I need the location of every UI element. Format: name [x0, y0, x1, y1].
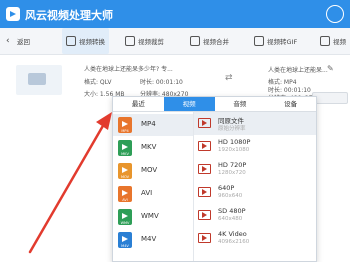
tab-device[interactable]: 设备: [265, 97, 316, 111]
video-quality-icon: [198, 141, 211, 151]
video-camera-icon: [28, 73, 46, 85]
app-title: 风云视频处理大师: [25, 9, 113, 22]
quality-resolution: 4096x2160: [218, 239, 250, 245]
format-label: MKV: [141, 143, 157, 151]
convert-arrow-icon: ⇄: [225, 73, 233, 83]
video-quality-icon: [198, 233, 211, 243]
format-label: MOV: [141, 166, 158, 174]
format-tag: MP4: [121, 129, 129, 133]
tab-video-merge[interactable]: 视频合并: [190, 28, 229, 54]
format-popup: 最近 视频 音频 设备 MP4 MP4 MKV MKV MOV MOV AVI …: [112, 96, 317, 262]
quality-item-480p[interactable]: SD 480P 640x480: [194, 204, 316, 227]
format-item-m4v[interactable]: M4V M4V: [113, 229, 193, 251]
tab-video-convert[interactable]: 视频转换: [62, 28, 109, 54]
tab-video-trim[interactable]: 视频裁剪: [125, 28, 164, 54]
format-category-tabs: 最近 视频 音频 设备: [113, 97, 316, 112]
quality-name: HD 1080P: [218, 138, 251, 146]
quality-list: 同原文件 原始分辨率 HD 1080P 1920x1080 HD 720P 12…: [194, 112, 316, 261]
quality-resolution: 原始分辨率: [218, 126, 246, 132]
format-item-mkv[interactable]: MKV MKV: [113, 137, 193, 159]
title-bar: 风云视频处理大师: [0, 0, 350, 28]
format-item-mp4[interactable]: MP4 MP4: [113, 114, 193, 136]
format-label: WMV: [141, 212, 159, 220]
video-quality-icon: [198, 118, 211, 128]
tab-audio[interactable]: 音频: [215, 97, 266, 111]
quality-name: 4K Video: [218, 230, 247, 238]
format-tag: AVI: [122, 198, 128, 202]
format-tag: WMV: [120, 221, 130, 225]
video-trim-icon: [125, 36, 135, 46]
quality-name: HD 720P: [218, 161, 247, 169]
tab-video[interactable]: 视频: [163, 97, 215, 111]
tab-video-to-gif[interactable]: 视频转GIF: [254, 28, 297, 54]
video-more-icon: [320, 36, 330, 46]
file-duration-source: 时长: 00:01:10: [140, 79, 183, 86]
edit-icon[interactable]: ✎: [327, 64, 334, 73]
quality-item-4k[interactable]: 4K Video 4096x2160: [194, 227, 316, 250]
format-tag: MOV: [120, 175, 130, 179]
quality-resolution: 640x480: [218, 216, 243, 222]
format-list: MP4 MP4 MKV MKV MOV MOV AVI AVI WMV WMV …: [113, 112, 194, 261]
file-format-source: 格式: QLV: [84, 79, 112, 86]
quality-name: SD 480P: [218, 207, 246, 215]
video-convert-icon: [66, 36, 76, 46]
tab-label: 视频合并: [203, 38, 229, 46]
video-quality-icon: [198, 164, 211, 174]
format-item-mov[interactable]: MOV MOV: [113, 160, 193, 182]
format-label: AVI: [141, 189, 153, 197]
format-tag: M4V: [121, 244, 129, 248]
quality-resolution: 960x640: [218, 193, 243, 199]
video-merge-icon: [190, 36, 200, 46]
format-item-wmv[interactable]: WMV WMV: [113, 206, 193, 228]
output-format-dropdown[interactable]: [312, 92, 348, 104]
toolbar: ‹ 返回 视频转换 视频裁剪 视频合并 视频转GIF 视频: [0, 28, 350, 55]
quality-item-640p[interactable]: 640P 960x640: [194, 181, 316, 204]
back-arrow-icon: ‹: [6, 36, 10, 46]
format-tag: MKV: [121, 152, 129, 156]
format-label: M4V: [141, 235, 157, 243]
quality-item-720p[interactable]: HD 720P 1280x720: [194, 158, 316, 181]
tab-recent[interactable]: 最近: [113, 97, 164, 111]
quality-name: 640P: [218, 184, 235, 192]
user-account-icon[interactable]: [326, 5, 344, 23]
gif-icon: [254, 36, 264, 46]
video-quality-icon: [198, 210, 211, 220]
back-button[interactable]: ‹ 返回: [6, 28, 30, 54]
format-item-avi[interactable]: AVI AVI: [113, 183, 193, 205]
tab-label: 视频: [333, 38, 346, 46]
format-label: MP4: [141, 120, 156, 128]
quality-item-1080p[interactable]: HD 1080P 1920x1080: [194, 135, 316, 158]
quality-item-original[interactable]: 同原文件 原始分辨率: [194, 112, 316, 135]
tab-label: 视频裁剪: [138, 38, 164, 46]
file-name-source: 人类在地球上还能呆多少年? 专...: [84, 66, 173, 73]
file-name-output: 人类在地球上还能呆...: [268, 67, 328, 74]
back-label: 返回: [17, 38, 30, 46]
app-logo-icon: [6, 7, 20, 21]
tab-video-more[interactable]: 视频: [320, 28, 346, 54]
tab-label: 视频转GIF: [267, 38, 298, 46]
quality-resolution: 1280x720: [218, 170, 246, 176]
video-quality-icon: [198, 187, 211, 197]
quality-resolution: 1920x1080: [218, 147, 250, 153]
tab-label: 视频转换: [79, 38, 105, 46]
